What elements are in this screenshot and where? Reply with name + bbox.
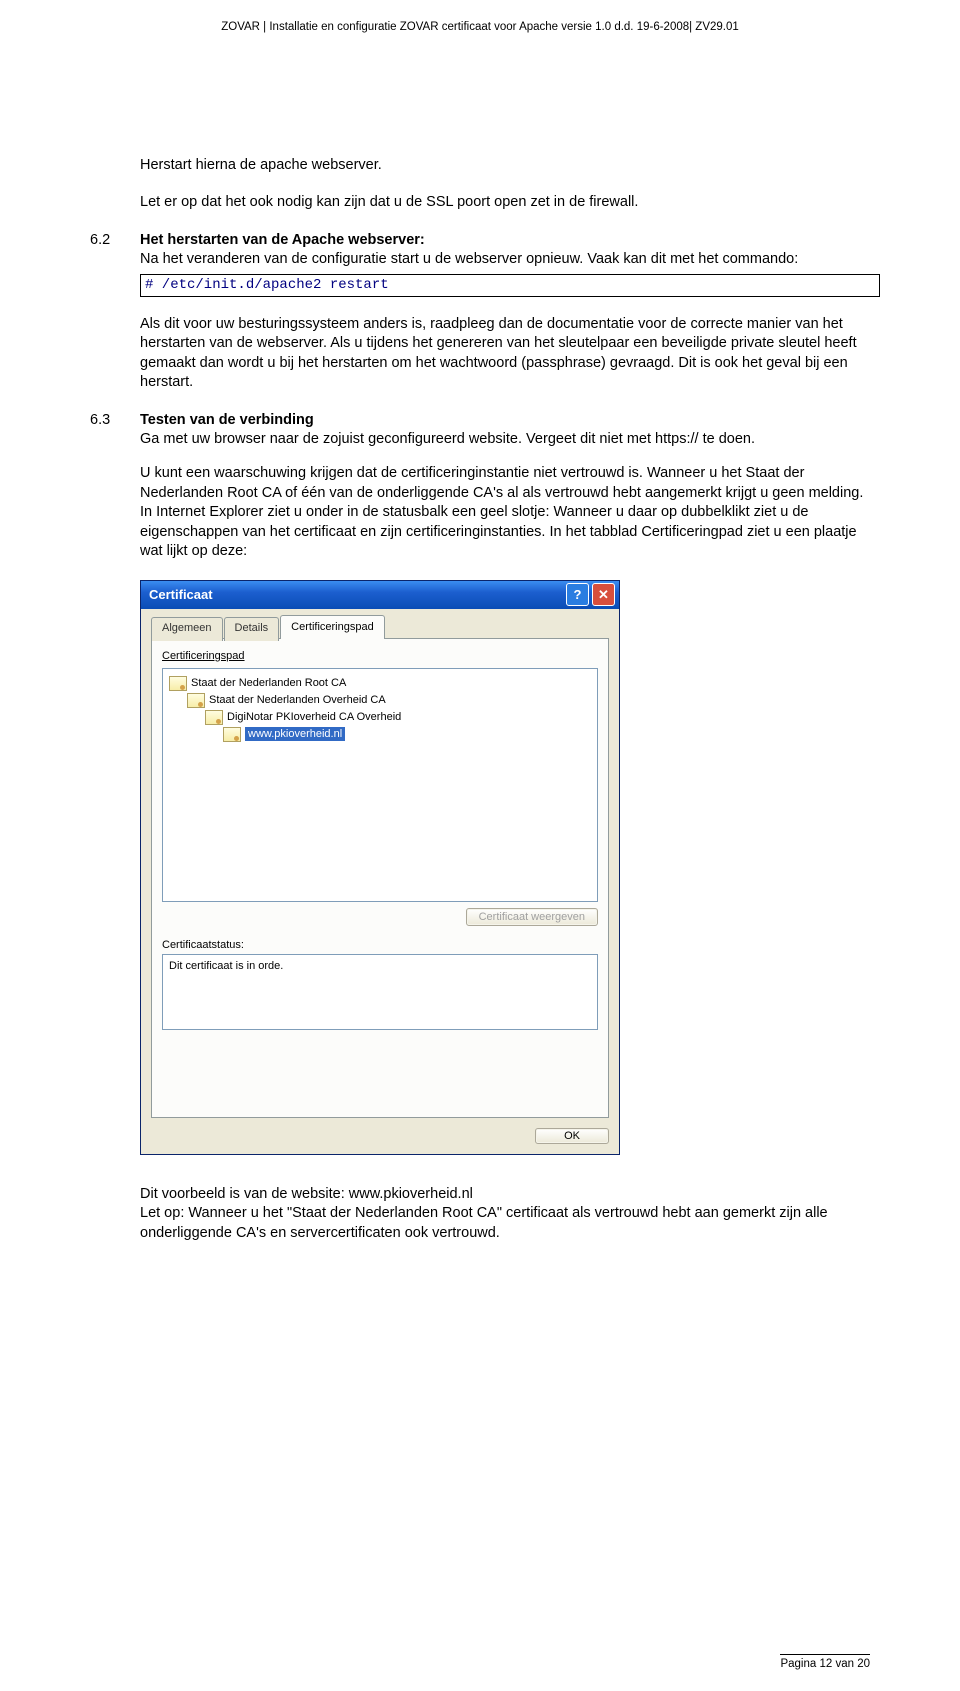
page-number: Pagina 12 van 20	[780, 1658, 870, 1670]
tree-node-selected[interactable]: www.pkioverheid.nl	[245, 727, 345, 742]
tab-general[interactable]: Algemeen	[151, 617, 223, 641]
section-6-3-number: 6.3	[90, 411, 140, 450]
view-certificate-button: Certificaat weergeven	[466, 908, 598, 926]
ok-button[interactable]: OK	[535, 1128, 609, 1144]
cert-status-box: Dit certificaat is in orde.	[162, 954, 598, 1030]
tab-cert-path[interactable]: Certificeringspad	[280, 615, 385, 639]
help-icon[interactable]: ?	[566, 583, 589, 606]
page-header: ZOVAR | Installatie en configuratie ZOVA…	[90, 20, 870, 36]
section-6-2-title: Het herstarten van de Apache webserver:	[140, 231, 870, 251]
certificate-icon	[187, 693, 205, 708]
close-icon[interactable]: ✕	[592, 583, 615, 606]
outro-line-2: Let op: Wanneer u het "Staat der Nederla…	[140, 1205, 828, 1241]
group-cert-path-label: Certificeringspad	[162, 649, 598, 664]
section-6-2-body-1: Na het veranderen van de configuratie st…	[140, 250, 870, 270]
section-6-2-number: 6.2	[90, 231, 140, 270]
dialog-titlebar[interactable]: Certificaat ? ✕	[141, 581, 619, 609]
certificate-dialog: Certificaat ? ✕ Algemeen Details Certifi…	[140, 580, 620, 1155]
tree-node[interactable]: Staat der Nederlanden Root CA	[191, 676, 346, 691]
tree-node[interactable]: Staat der Nederlanden Overheid CA	[209, 693, 386, 708]
section-6-3-title: Testen van de verbinding	[140, 412, 314, 428]
cert-status-label: Certificaatstatus:	[162, 938, 598, 953]
section-6-2-body-2: Als dit voor uw besturingssysteem anders…	[140, 315, 870, 393]
certificate-icon	[205, 710, 223, 725]
intro-line-1: Herstart hierna de apache webserver.	[140, 156, 870, 176]
certificate-icon	[223, 727, 241, 742]
tree-node[interactable]: DigiNotar PKIoverheid CA Overheid	[227, 710, 401, 725]
tab-details[interactable]: Details	[224, 617, 280, 641]
outro-line-1: Dit voorbeeld is van de website: www.pki…	[140, 1186, 473, 1202]
certificate-icon	[169, 676, 187, 691]
section-6-3-body-1: Ga met uw browser naar de zojuist geconf…	[140, 430, 870, 450]
page-footer: Pagina 12 van 20	[780, 1652, 870, 1673]
code-restart-command: # /etc/init.d/apache2 restart	[140, 274, 880, 297]
dialog-title: Certificaat	[149, 586, 213, 604]
cert-path-tree[interactable]: Staat der Nederlanden Root CA Staat der …	[162, 668, 598, 902]
intro-line-2: Let er op dat het ook nodig kan zijn dat…	[140, 193, 870, 213]
section-6-3-body-2: U kunt een waarschuwing krijgen dat de c…	[140, 464, 870, 562]
